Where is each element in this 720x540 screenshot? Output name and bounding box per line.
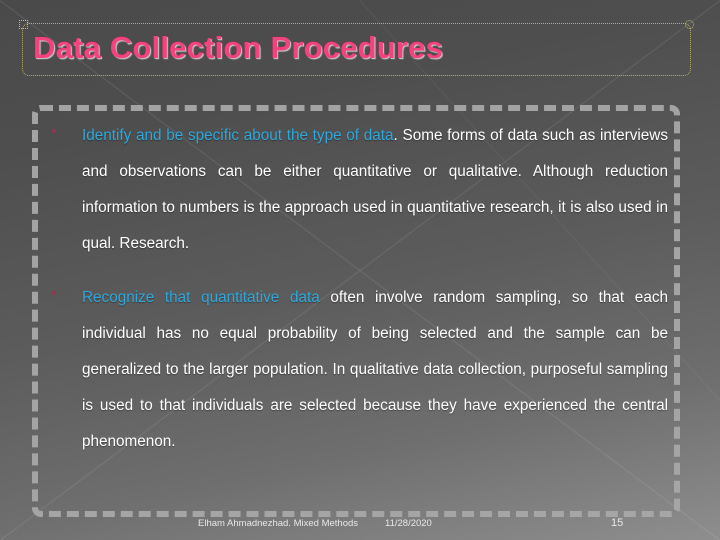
footer-author: Elham Ahmadnezhad. Mixed Methods (198, 518, 359, 529)
bullet-paragraph: Recognize that quantitative data often i… (82, 280, 668, 460)
bullet-dot-icon (52, 291, 56, 295)
slide-footer: Elham Ahmadnezhad. Mixed Methods 11/28/2… (0, 515, 720, 535)
bullet-body-text: . Some forms of data such as interviews … (82, 127, 668, 252)
resize-handle-top-left[interactable] (19, 20, 28, 29)
list-item: Identify and be specific about the type … (44, 118, 668, 262)
slide-canvas: Data Collection Procedures Identify and … (0, 0, 720, 540)
list-item: Recognize that quantitative data often i… (44, 280, 668, 460)
bullet-body-text: often involve random sampling, so that e… (82, 289, 668, 450)
footer-date: 11/28/2020 (385, 518, 432, 529)
bullet-highlight-text: Identify and be specific about the type … (82, 127, 394, 144)
footer-page-number: 15 (611, 517, 624, 529)
bullet-paragraph: Identify and be specific about the type … (82, 118, 668, 262)
bullet-dot-icon (52, 129, 56, 133)
bullet-highlight-text: Recognize that quantitative data (82, 289, 320, 306)
body-content: Identify and be specific about the type … (44, 112, 676, 512)
page-title: Data Collection Procedures (33, 30, 444, 65)
rotate-handle-top-right[interactable] (685, 20, 694, 29)
